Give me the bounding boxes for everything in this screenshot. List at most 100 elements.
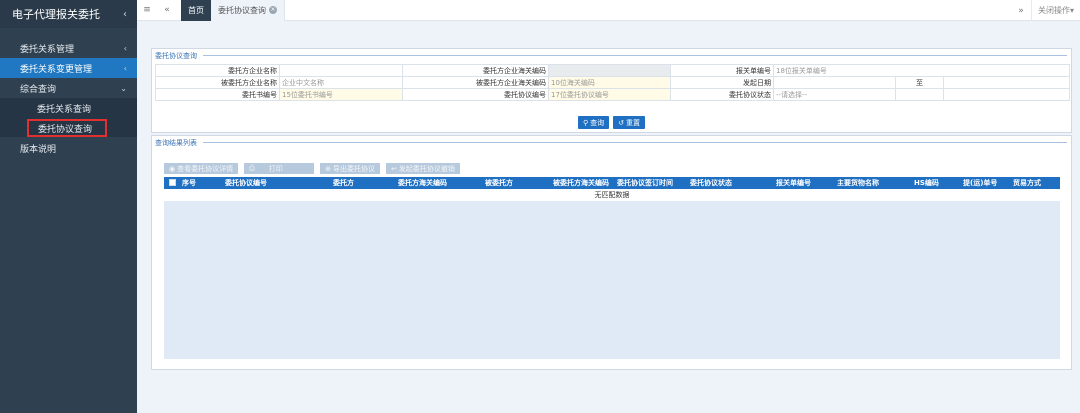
chevron-left-icon[interactable]: ‹	[123, 9, 127, 20]
column-header[interactable]: 贸易方式	[1011, 178, 1060, 188]
sidebar-item-relation-change[interactable]: 委托关系变更管理 ‹	[0, 58, 137, 78]
consignor-code-label: 委托方企业海关编码	[402, 64, 549, 77]
consignor-name-label: 委托方企业名称	[155, 64, 280, 77]
start-date-from-input[interactable]	[773, 76, 896, 89]
sidebar-item-consign-relation[interactable]: 委托关系管理 ‹	[0, 38, 137, 58]
toolbar-button-label: 查看委托协议详情	[177, 164, 234, 173]
sidebar-item-general-query[interactable]: 综合查询 ⌄	[0, 78, 137, 98]
query-panel: 委托协议查询 委托方企业名称 委托方企业海关编码 报关单编号 18位报关单编号 …	[151, 48, 1072, 133]
revoke-button[interactable]: ↩ 发起委托协议撤销	[385, 163, 460, 174]
title-divider	[203, 142, 1067, 143]
view-details-button[interactable]: ◉ 查看委托协议详情	[164, 163, 239, 174]
revoke-icon: ↩	[390, 164, 397, 173]
column-header[interactable]: 委托方海关编码	[396, 178, 483, 188]
chevron-left-icon: ‹	[123, 43, 127, 53]
menu-toggle-icon[interactable]: ≡	[137, 0, 157, 21]
column-header[interactable]: 委托协议状态	[688, 178, 774, 188]
search-button[interactable]: ⚲ 查询	[577, 116, 610, 129]
date-to-label: 至	[895, 76, 944, 89]
sidebar-item-label: 综合查询	[20, 84, 57, 95]
query-form: 委托方企业名称 委托方企业海关编码 报关单编号 18位报关单编号 被委托方企业名…	[155, 64, 1070, 101]
consignee-code-label: 被委托方企业海关编码	[402, 76, 549, 89]
sidebar-subitem-agreement-query[interactable]: 委托协议查询	[27, 119, 107, 137]
tab-scroll-left-icon[interactable]: «	[157, 0, 177, 21]
column-header[interactable]: 委托协议编号	[223, 178, 331, 188]
toolbar-button-label: 发起委托协议撤销	[398, 164, 455, 173]
submenu-general-query: 委托关系查询 委托协议查询	[0, 98, 137, 137]
tab-bar-right: » 关闭操作 ▾	[1011, 0, 1080, 21]
export-button[interactable]: ⊕ 导出委托协议	[320, 163, 380, 174]
toolbar-button-label: 打印	[268, 164, 283, 173]
query-panel-title: 委托协议查询	[152, 49, 1071, 62]
close-operations-button[interactable]: 关闭操作 ▾	[1030, 0, 1080, 21]
close-operations-label: 关闭操作	[1037, 6, 1070, 15]
search-icon: ⚲	[582, 118, 589, 127]
panel-title-text: 查询结果列表	[155, 138, 197, 147]
column-header[interactable]: 主要货物名称	[835, 178, 912, 188]
column-header[interactable]: 报关单编号	[774, 178, 835, 188]
app-header: 电子代理报关委托 ‹	[0, 0, 137, 28]
sidebar-item-label: 委托关系管理	[20, 44, 75, 55]
printer-icon: ⎙	[249, 164, 255, 172]
consignee-name-input[interactable]: 企业中文名称	[279, 76, 403, 89]
results-table: 序号 委托协议编号 委托方 委托方海关编码 被委托方 被委托方海关编码 委托协议…	[164, 177, 1060, 359]
reset-icon: ↺	[618, 118, 624, 127]
empty-cell	[943, 88, 1070, 101]
start-date-label: 发起日期	[670, 76, 774, 89]
tab-agreement-query[interactable]: 委托协议查询 ×	[211, 0, 285, 21]
empty-table-message: 无匹配数据	[164, 189, 1060, 201]
consignor-code-input[interactable]	[548, 64, 671, 77]
chevron-down-icon: ⌄	[120, 83, 127, 93]
sidebar-item-label: 版本说明	[20, 144, 57, 155]
tab-label: 委托协议查询	[218, 5, 266, 15]
chevron-left-icon: ‹	[123, 63, 127, 73]
sidebar-item-label: 委托关系查询	[37, 104, 92, 115]
print-button[interactable]: ⎙ 打印	[244, 163, 315, 174]
title-divider	[203, 55, 1067, 56]
consignee-name-label: 被委托方企业名称	[155, 76, 280, 89]
reset-button-label: 重置	[626, 118, 640, 127]
tab-label: 首页	[188, 5, 204, 15]
table-header: 序号 委托协议编号 委托方 委托方海关编码 被委托方 被委托方海关编码 委托协议…	[164, 177, 1060, 189]
column-header[interactable]: 提(运)单号	[961, 178, 1011, 188]
agreement-no-label: 委托协议编号	[402, 88, 549, 101]
eye-icon: ◉	[169, 164, 176, 173]
status-label: 委托协议状态	[670, 88, 774, 101]
query-buttons: ⚲ 查询 ↺ 重置	[152, 116, 1071, 129]
app-title: 电子代理报关委托	[12, 8, 100, 21]
sidebar: 电子代理报关委托 ‹ 委托关系管理 ‹ 委托关系变更管理 ‹ 综合查询 ⌄ 委托…	[0, 0, 137, 413]
consignee-code-input[interactable]: 10位海关编码	[548, 76, 671, 89]
tab-scroll-right-icon[interactable]: »	[1011, 0, 1031, 21]
toolbar-button-label: 导出委托协议	[332, 164, 375, 173]
agreement-no-input[interactable]: 17位委托协议编号	[548, 88, 671, 101]
tab-bar: ≡ « 首页 委托协议查询 × » 关闭操作 ▾	[137, 0, 1080, 21]
search-button-label: 查询	[590, 118, 605, 127]
column-header[interactable]: 被委托方	[483, 178, 551, 188]
sidebar-item-version[interactable]: 版本说明	[0, 138, 137, 158]
results-panel: 查询结果列表 ◉ 查看委托协议详情 ⎙ 打印 ⊕ 导出委托协议 ↩ 发起委托协议…	[151, 135, 1072, 370]
start-date-to-input[interactable]	[943, 76, 1070, 89]
sidebar-menu: 委托关系管理 ‹ 委托关系变更管理 ‹ 综合查询 ⌄ 委托关系查询 委托协议查询…	[0, 38, 137, 158]
sidebar-item-label: 委托关系变更管理	[20, 64, 93, 75]
decl-no-input[interactable]: 18位报关单编号	[773, 64, 1070, 77]
sidebar-subitem-relation-query[interactable]: 委托关系查询	[0, 98, 137, 118]
consignor-name-input[interactable]	[279, 64, 403, 77]
column-header[interactable]: 序号	[180, 178, 223, 188]
close-icon[interactable]: ×	[269, 6, 277, 14]
empty-cell	[895, 88, 944, 101]
tab-home[interactable]: 首页	[181, 0, 211, 21]
status-select[interactable]: --请选择--	[773, 88, 896, 101]
column-header[interactable]: 委托协议签订时间	[615, 178, 688, 188]
results-toolbar: ◉ 查看委托协议详情 ⎙ 打印 ⊕ 导出委托协议 ↩ 发起委托协议撤销	[164, 163, 460, 174]
panel-title-text: 委托协议查询	[155, 51, 197, 60]
column-header[interactable]: 委托方	[331, 178, 396, 188]
select-all-checkbox[interactable]	[169, 178, 176, 186]
reset-button[interactable]: ↺ 重置	[613, 116, 645, 129]
column-header[interactable]: 被委托方海关编码	[551, 178, 615, 188]
export-icon: ⊕	[325, 164, 331, 173]
column-header[interactable]: HS编码	[912, 178, 961, 188]
letter-no-input[interactable]: 15位委托书编号	[279, 88, 403, 101]
decl-no-label: 报关单编号	[670, 64, 774, 77]
select-all-cell	[164, 178, 180, 188]
caret-down-icon: ▾	[1069, 6, 1074, 15]
